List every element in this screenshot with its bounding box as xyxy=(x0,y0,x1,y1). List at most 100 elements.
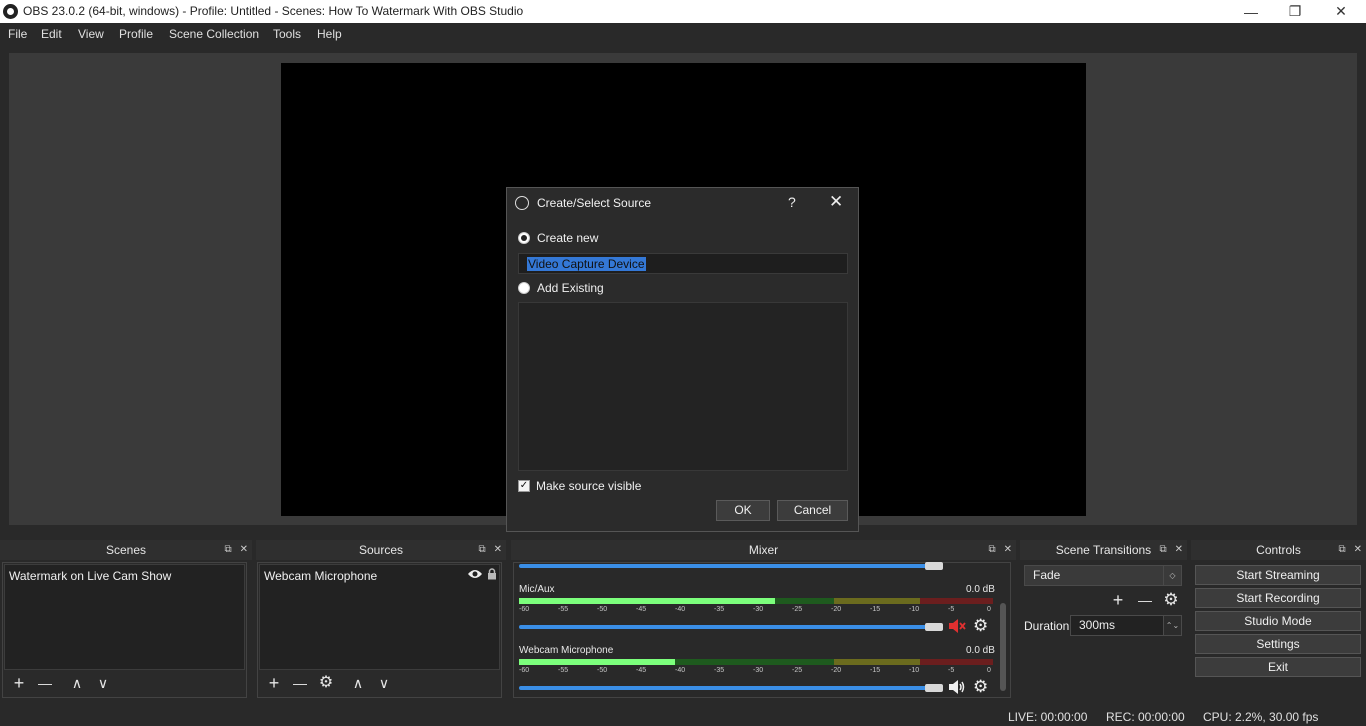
close-icon[interactable]: ✕ xyxy=(494,544,502,555)
transition-properties-button[interactable]: ⚙ xyxy=(1161,590,1181,610)
float-icon[interactable]: ⧉ xyxy=(478,544,485,555)
start-recording-button[interactable]: Start Recording xyxy=(1195,588,1361,608)
eye-icon[interactable] xyxy=(467,568,483,583)
menu-edit[interactable]: Edit xyxy=(41,27,62,41)
source-name-value: Video Capture Device xyxy=(527,257,646,271)
spin-arrows-icon[interactable]: ⌃⌄ xyxy=(1163,616,1181,635)
meter-tick-label: -30 xyxy=(753,667,764,674)
source-item[interactable]: Webcam Microphone xyxy=(264,569,377,583)
exit-button[interactable]: Exit xyxy=(1195,657,1361,677)
volume-slider[interactable] xyxy=(519,625,939,629)
studio-mode-button[interactable]: Studio Mode xyxy=(1195,611,1361,631)
create-new-label: Create new xyxy=(537,231,599,245)
gear-icon[interactable]: ⚙ xyxy=(973,617,988,634)
menu-file[interactable]: File xyxy=(8,27,27,41)
mixer-title: Mixer xyxy=(748,543,779,557)
meter-ticks: -60 -55 -50 -45 -40 -35 -30 -25 -20 -15 -10 -5 0 xyxy=(519,667,993,677)
remove-scene-button[interactable]: — xyxy=(35,673,55,693)
meter-tick-label: -55 xyxy=(558,667,569,674)
volume-slider-partial[interactable] xyxy=(519,564,939,568)
close-icon[interactable]: ✕ xyxy=(1354,544,1362,555)
menu-help[interactable]: Help xyxy=(317,27,342,41)
restore-button[interactable]: ❐ xyxy=(1272,0,1318,23)
transition-select[interactable]: Fade ◇ xyxy=(1024,565,1182,586)
scenes-panel: Watermark on Live Cam Show + — ∧ ∨ xyxy=(2,562,247,698)
controls-dock-title: Controls ⧉ ✕ xyxy=(1191,540,1366,560)
move-source-down-button[interactable]: ∨ xyxy=(374,673,394,693)
status-bar: LIVE: 00:00:00 REC: 00:00:00 CPU: 2.2%, … xyxy=(0,706,1366,726)
menu-profile[interactable]: Profile xyxy=(119,27,153,41)
meter-tick-label: -40 xyxy=(675,667,686,674)
help-button[interactable]: ? xyxy=(788,194,796,210)
volume-slider[interactable] xyxy=(519,686,939,690)
volume-knob[interactable] xyxy=(925,684,943,692)
transitions-dock-title: Scene Transitions ⧉ ✕ xyxy=(1020,540,1187,560)
create-select-source-dialog: Create/Select Source ? ✕ Create new Vide… xyxy=(506,187,859,532)
window-title: OBS 23.0.2 (64-bit, windows) - Profile: … xyxy=(23,4,524,18)
mute-icon[interactable] xyxy=(948,618,966,637)
add-source-button[interactable]: + xyxy=(264,673,284,693)
sources-toolbar: + — ⚙ ∧ ∨ xyxy=(258,671,501,697)
ok-button[interactable]: OK xyxy=(716,500,770,521)
gear-icon[interactable]: ⚙ xyxy=(973,678,988,695)
float-icon[interactable]: ⧉ xyxy=(1338,544,1345,555)
float-icon[interactable]: ⧉ xyxy=(1159,544,1166,555)
float-icon[interactable]: ⧉ xyxy=(224,544,231,555)
move-scene-up-button[interactable]: ∧ xyxy=(67,673,87,693)
close-icon[interactable]: ✕ xyxy=(240,544,248,555)
remove-source-button[interactable]: — xyxy=(290,673,310,693)
live-status: LIVE: 00:00:00 xyxy=(1008,710,1088,724)
menu-scene-collection[interactable]: Scene Collection xyxy=(169,27,259,41)
meter-tick-label: -40 xyxy=(675,606,686,613)
mixer-panel: Mic/Aux 0.0 dB -60 -55 -50 -45 -40 -35 -30 -25-… xyxy=(513,562,1011,698)
volume-knob-partial[interactable] xyxy=(925,562,943,570)
dialog-title: Create/Select Source xyxy=(537,196,652,210)
start-streaming-button[interactable]: Start Streaming xyxy=(1195,565,1361,585)
scene-item[interactable]: Watermark on Live Cam Show xyxy=(9,569,171,583)
menu-tools[interactable]: Tools xyxy=(273,27,301,41)
dialog-close-button[interactable]: ✕ xyxy=(829,192,843,212)
meter-tick-label: -30 xyxy=(753,606,764,613)
make-visible-checkbox[interactable]: ✓ xyxy=(518,480,530,492)
add-existing-radio[interactable] xyxy=(518,282,530,294)
close-window-button[interactable]: ✕ xyxy=(1318,0,1364,23)
mixer-scrollbar[interactable] xyxy=(1000,603,1006,691)
meter-tick-label: -50 xyxy=(597,667,608,674)
duration-value: 300ms xyxy=(1079,618,1116,632)
create-new-radio[interactable] xyxy=(518,232,530,244)
menu-bar: File Edit View Profile Scene Collection … xyxy=(0,23,1366,45)
settings-button[interactable]: Settings xyxy=(1195,634,1361,654)
dialog-title-bar: Create/Select Source ? ✕ xyxy=(507,188,858,218)
remove-transition-button[interactable]: — xyxy=(1135,590,1155,610)
duration-input[interactable]: 300ms ⌃⌄ xyxy=(1070,615,1182,636)
close-icon[interactable]: ✕ xyxy=(1175,544,1183,555)
make-visible-label: Make source visible xyxy=(536,479,642,493)
scenes-list[interactable]: Watermark on Live Cam Show xyxy=(4,564,245,670)
speaker-icon[interactable] xyxy=(948,679,966,698)
move-scene-down-button[interactable]: ∨ xyxy=(93,673,113,693)
menu-view[interactable]: View xyxy=(78,27,104,41)
volume-knob[interactable] xyxy=(925,623,943,631)
add-transition-button[interactable]: + xyxy=(1108,590,1128,610)
cancel-button[interactable]: Cancel xyxy=(777,500,848,521)
window-title-bar: OBS 23.0.2 (64-bit, windows) - Profile: … xyxy=(0,0,1366,23)
source-name-input[interactable]: Video Capture Device xyxy=(518,253,848,274)
lock-icon[interactable] xyxy=(487,568,497,583)
sources-list[interactable]: Webcam Microphone xyxy=(259,564,500,670)
existing-sources-list[interactable] xyxy=(518,302,848,471)
add-existing-label: Add Existing xyxy=(537,281,604,295)
float-icon[interactable]: ⧉ xyxy=(988,544,995,555)
close-icon[interactable]: ✕ xyxy=(1004,544,1012,555)
audio-meter xyxy=(519,659,993,665)
audio-meter xyxy=(519,598,993,604)
sources-title: Sources xyxy=(358,543,404,557)
source-properties-button[interactable]: ⚙ xyxy=(316,673,336,693)
meter-tick-label: -35 xyxy=(714,667,725,674)
minimize-button[interactable]: — xyxy=(1228,0,1274,23)
meter-tick-label: -45 xyxy=(636,667,647,674)
move-source-up-button[interactable]: ∧ xyxy=(348,673,368,693)
add-scene-button[interactable]: + xyxy=(9,673,29,693)
duration-label: Duration xyxy=(1024,619,1070,633)
mixer-channel-db: 0.0 dB xyxy=(966,584,995,595)
mixer-channel-db: 0.0 dB xyxy=(966,645,995,656)
